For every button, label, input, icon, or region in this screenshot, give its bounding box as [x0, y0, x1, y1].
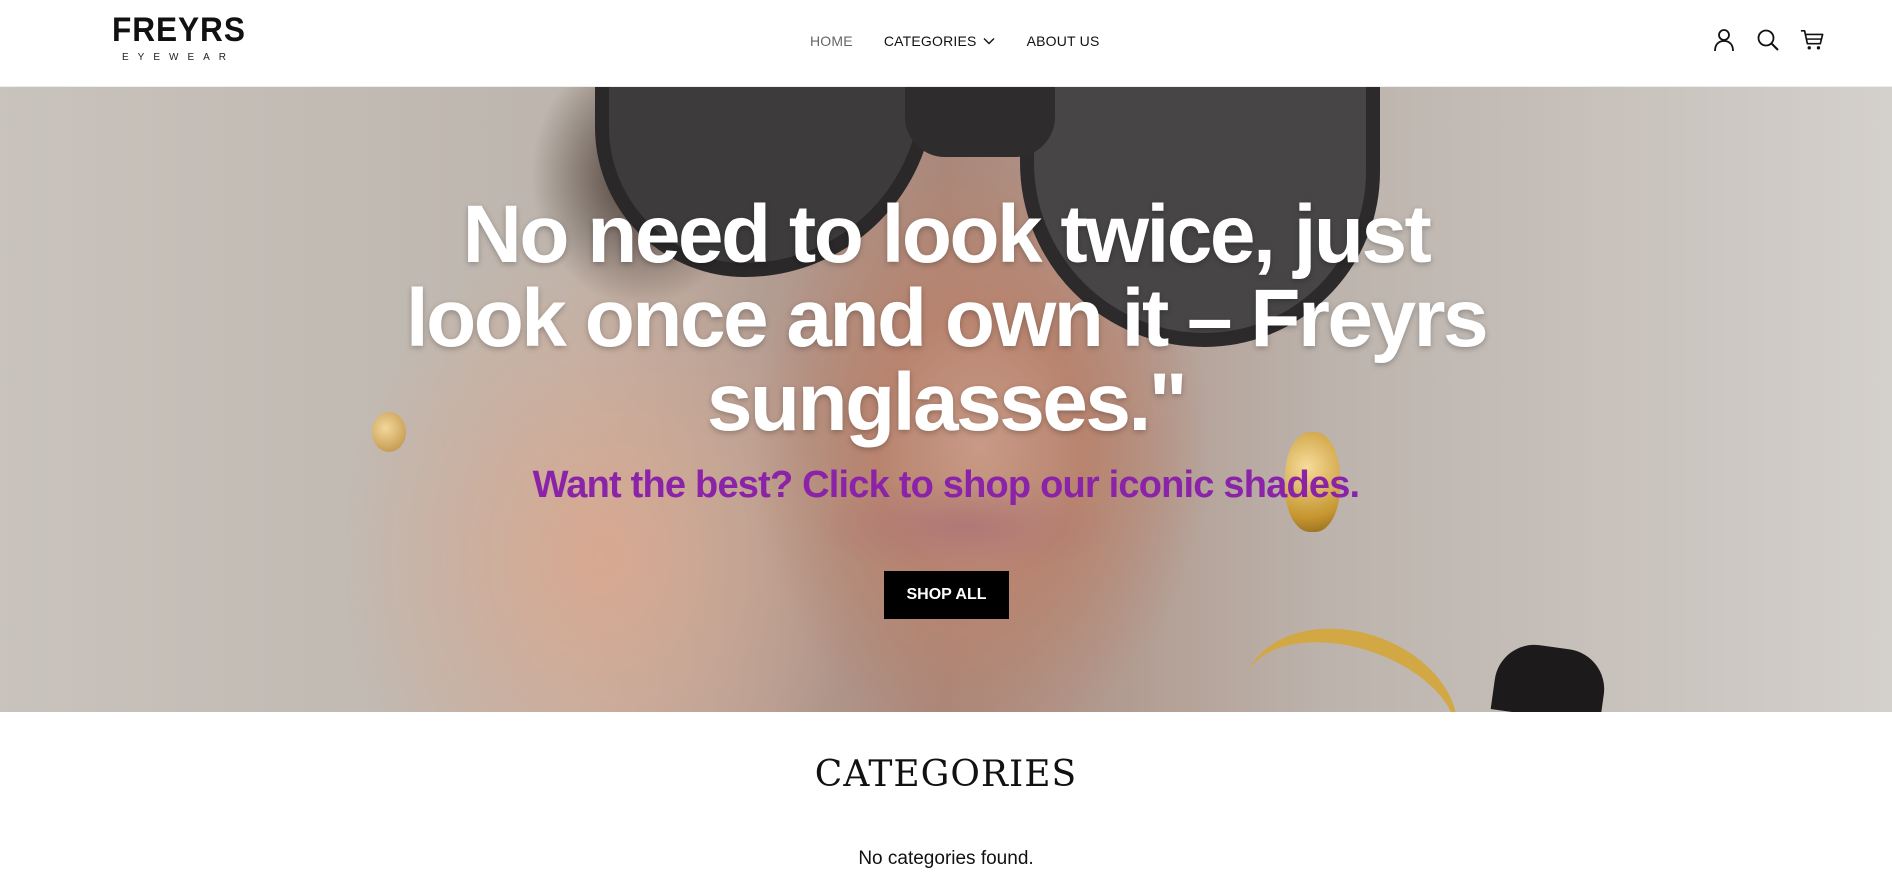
brand-logo[interactable]: FREYRS EYEWEAR [112, 11, 246, 68]
logo-tagline: EYEWEAR [122, 52, 236, 63]
hero-heading: No need to look twice, just look once an… [405, 189, 1489, 448]
hero-content: No need to look twice, just look once an… [0, 87, 1892, 712]
logo-wordmark: FREYRS [112, 11, 246, 49]
hero-banner: No need to look twice, just look once an… [0, 87, 1892, 712]
search-icon[interactable] [1756, 28, 1780, 52]
site-header: FREYRS EYEWEAR HOME CATEGORIES ABOUT US [0, 0, 1892, 87]
cart-icon[interactable] [1800, 28, 1824, 52]
nav-categories[interactable]: CATEGORIES [884, 33, 995, 49]
hero-subheading[interactable]: Want the best? Click to shop our iconic … [446, 463, 1446, 507]
chevron-down-icon [983, 38, 995, 45]
header-actions [1712, 28, 1824, 52]
nav-categories-label: CATEGORIES [883, 33, 977, 49]
main-nav: HOME CATEGORIES ABOUT US [810, 30, 1100, 52]
account-icon[interactable] [1712, 28, 1736, 52]
nav-about-us[interactable]: ABOUT US [1027, 33, 1100, 49]
shop-all-button[interactable]: SHOP ALL [884, 571, 1009, 619]
categories-title: CATEGORIES [814, 754, 1078, 795]
nav-home[interactable]: HOME [810, 33, 853, 49]
categories-empty-message: No categories found. [858, 848, 1034, 869]
